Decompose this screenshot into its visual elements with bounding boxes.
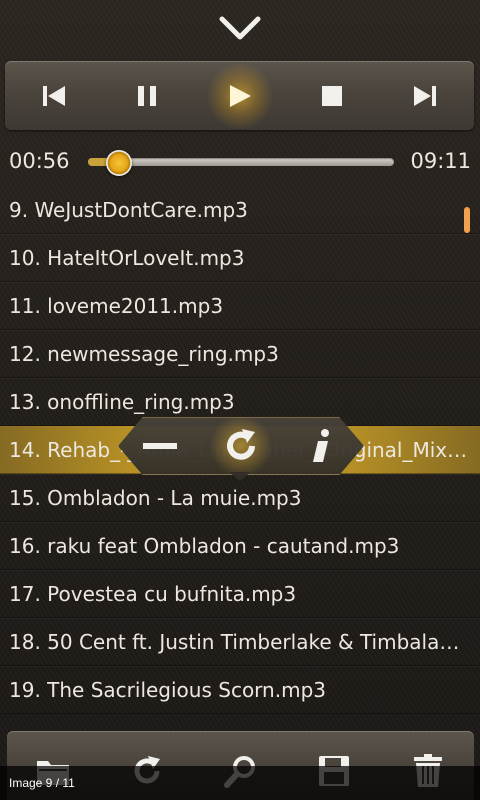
stop-icon [322,85,343,106]
info-icon [313,429,330,462]
item-action-popup [118,417,364,475]
playlist-item[interactable]: 17. Povestea cu bufnita.mp3 [0,570,480,618]
remove-button[interactable] [136,423,184,469]
remove-icon [142,443,177,449]
seek-bar-area: 00:56 09:11 [0,140,480,184]
pause-button[interactable] [131,80,163,112]
popup-pointer [229,472,251,481]
play-button[interactable] [205,61,274,130]
repeat-button[interactable] [208,417,273,475]
elapsed-time: 00:56 [9,149,70,173]
playlist-item[interactable]: 15. Ombladon - La muie.mp3 [0,474,480,522]
play-icon [229,84,251,107]
next-button[interactable] [409,80,441,112]
playlist-item[interactable]: 19. The Sacrilegious Scorn.mp3 [0,666,480,714]
collapse-button[interactable] [215,10,265,46]
playlist-item[interactable]: 10. HateItOrLoveIt.mp3 [0,234,480,282]
seek-handle[interactable] [106,150,132,176]
stop-button[interactable] [316,80,348,112]
repeat-icon [227,429,255,460]
scroll-indicator[interactable] [464,207,470,233]
playlist-item[interactable]: 9. WeJustDontCare.mp3 [0,186,480,234]
skip-next-icon [414,85,436,106]
playlist-item[interactable]: 11. loveme2011.mp3 [0,282,480,330]
playlist-item[interactable]: 16. raku feat Ombladon - cautand.mp3 [0,522,480,570]
info-button[interactable] [298,423,346,469]
seek-track[interactable] [88,150,394,176]
playback-controls [5,61,474,130]
pause-icon [137,85,156,106]
image-counter-caption: Image 9 / 11 [0,766,480,800]
playlist-item[interactable]: 18. 50 Cent ft. Justin Timberlake & Timb… [0,618,480,666]
previous-button[interactable] [38,80,70,112]
chevron-down-icon [219,16,261,40]
total-duration: 09:11 [410,149,471,173]
skip-previous-icon [43,85,65,106]
playlist-item[interactable]: 12. newmessage_ring.mp3 [0,330,480,378]
